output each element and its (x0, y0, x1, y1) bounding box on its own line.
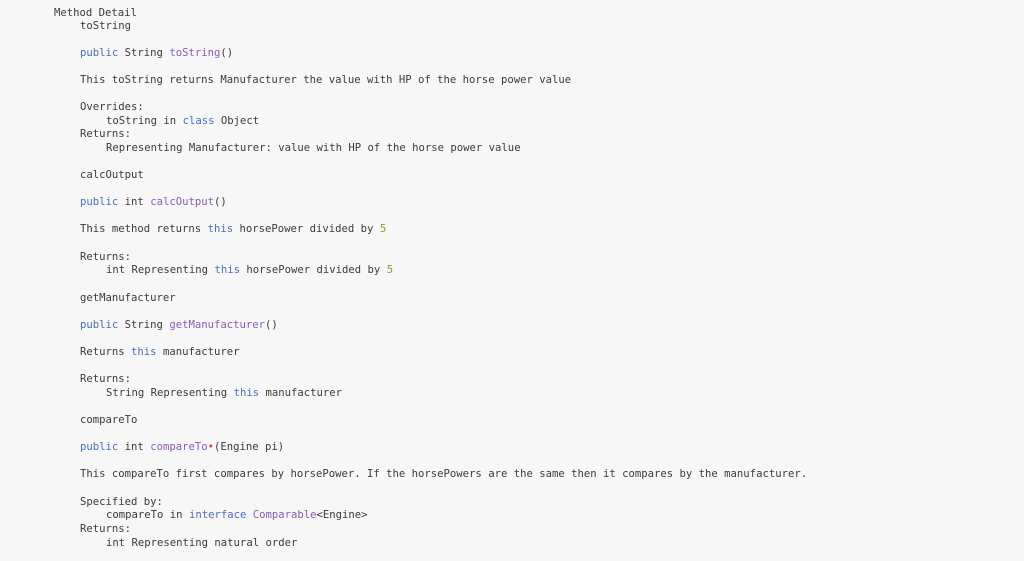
section-title: Method Detail (54, 7, 137, 19)
function-name: compareTo (150, 441, 208, 453)
params: () (213, 196, 227, 208)
returns-value-tostring: Representing Manufacturer: value with HP… (106, 142, 521, 154)
text: horsePower divided by (246, 264, 381, 276)
this-keyword: this (214, 264, 240, 276)
class-keyword: class (182, 115, 215, 127)
in-word: in (169, 509, 183, 521)
generic-type: <Engine> (316, 509, 368, 521)
modifier: public (80, 319, 119, 331)
params: () (220, 47, 234, 59)
this-keyword: this (207, 223, 234, 235)
return-type: String (124, 47, 163, 59)
overrides-value: toString in class Object (106, 115, 259, 128)
text: This method returns (80, 223, 202, 235)
text: String Representing (106, 387, 228, 399)
returns-value-calcoutput: int Representing this horsePower divided… (106, 264, 393, 277)
params: (Engine pi) (214, 441, 285, 453)
function-name: calcOutput (150, 196, 214, 208)
return-type: int (124, 196, 144, 208)
specified-by-value: compareTo in interface Comparable<Engine… (106, 509, 368, 522)
return-type: int (124, 441, 144, 453)
method-signature-tostring: public String toString() (80, 47, 233, 60)
interface-name[interactable]: Comparable (253, 509, 317, 521)
text: horsePower divided by (239, 223, 374, 235)
function-name: toString (169, 47, 221, 59)
number-literal: 5 (386, 264, 394, 276)
specified-by-label: Specified by: (80, 496, 163, 508)
method-signature-getmanufacturer: public String getManufacturer() (80, 319, 278, 332)
function-name: getManufacturer (169, 319, 266, 331)
in-word: in (163, 115, 177, 127)
returns-label: Returns: (80, 523, 132, 535)
method-name-calcoutput[interactable]: calcOutput (80, 169, 144, 182)
params: () (265, 319, 278, 331)
overridden-method[interactable]: toString (106, 115, 157, 127)
number-literal: 5 (379, 223, 387, 235)
method-description-tostring: This toString returns Manufacturer the v… (80, 74, 572, 86)
overridden-class[interactable]: Object (221, 115, 259, 127)
method-signature-calcoutput: public int calcOutput() (80, 196, 227, 209)
this-keyword: this (131, 346, 157, 358)
return-type: String (124, 319, 163, 331)
method-description-compareto: This compareTo first compares by horsePo… (80, 468, 808, 480)
method-description-calcoutput: This method returns this horsePower divi… (80, 223, 386, 236)
returns-label: Returns: (80, 251, 132, 263)
method-name-getmanufacturer[interactable]: getManufacturer (80, 292, 176, 305)
specified-method[interactable]: compareTo (106, 509, 163, 521)
method-name-tostring[interactable]: toString (80, 20, 131, 33)
returns-value-compareto: int Representing natural order (106, 537, 298, 549)
text: Returns (80, 346, 125, 358)
returns-value-getmanufacturer: String Representing this manufacturer (106, 387, 342, 400)
modifier: public (80, 47, 119, 59)
modifier: public (80, 441, 119, 453)
interface-keyword: interface (188, 509, 247, 521)
returns-label: Returns: (80, 373, 132, 385)
overrides-label: Overrides: (80, 101, 144, 113)
text: manufacturer (265, 387, 343, 399)
returns-label: Returns: (80, 128, 132, 140)
this-keyword: this (233, 387, 260, 399)
text: int Representing (106, 264, 209, 276)
modifier: public (80, 196, 119, 208)
text: manufacturer (162, 346, 240, 358)
method-detail-document: Method Detail toString public String toS… (0, 0, 1024, 561)
method-signature-compareto: public int compareTo•(Engine pi) (80, 441, 284, 454)
method-description-getmanufacturer: Returns this manufacturer (80, 346, 240, 359)
method-name-compareto[interactable]: compareTo (80, 414, 137, 427)
